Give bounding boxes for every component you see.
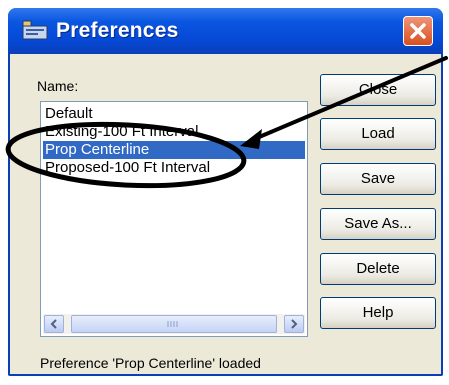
save-button[interactable]: Save: [320, 163, 436, 195]
preferences-app-icon: [22, 20, 48, 40]
close-button[interactable]: Close: [320, 74, 436, 106]
preferences-listbox[interactable]: Default Existing-100 Ft Interval Prop Ce…: [40, 101, 308, 337]
status-text: Preference 'Prop Centerline' loaded: [40, 355, 261, 371]
scroll-right-button[interactable]: [284, 315, 304, 333]
scroll-left-button[interactable]: [44, 315, 64, 333]
load-button[interactable]: Load: [320, 118, 436, 150]
window-title: Preferences: [56, 19, 179, 42]
help-button[interactable]: Help: [320, 297, 436, 329]
list-item[interactable]: Proposed-100 Ft Interval: [45, 159, 210, 177]
list-item[interactable]: Existing-100 Ft Interval: [45, 123, 198, 141]
name-label: Name:: [37, 78, 79, 94]
chevron-right-icon: [291, 319, 298, 329]
list-item-selected[interactable]: Prop Centerline: [43, 141, 305, 159]
close-icon: [410, 23, 426, 39]
delete-button[interactable]: Delete: [320, 253, 436, 285]
close-window-button[interactable]: [403, 16, 433, 46]
scrollbar-thumb[interactable]: [71, 315, 277, 333]
grip-icon: [167, 321, 178, 327]
save-as-button[interactable]: Save As...: [320, 208, 436, 240]
title-bar[interactable]: Preferences: [8, 8, 443, 54]
list-item[interactable]: Default: [45, 105, 93, 123]
horizontal-scrollbar[interactable]: [43, 314, 305, 334]
chevron-left-icon: [50, 319, 57, 329]
preferences-dialog: Preferences Name: Default Existing-100 F…: [8, 8, 443, 376]
